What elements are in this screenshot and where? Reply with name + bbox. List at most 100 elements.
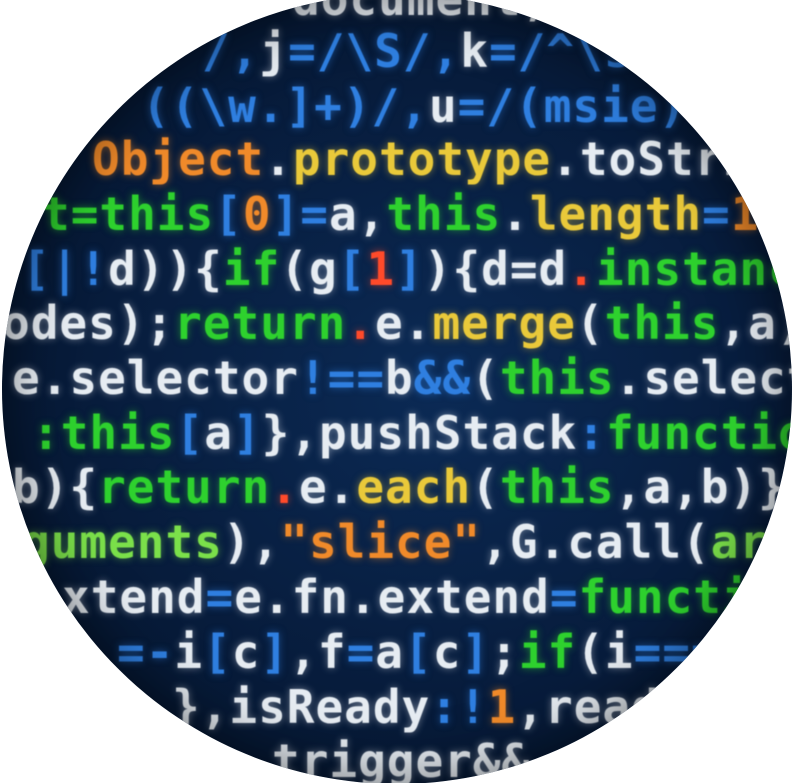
code-token: "slice"	[280, 515, 482, 569]
code-token: e.fn.extend	[234, 570, 550, 624]
code-token: function	[578, 570, 792, 624]
code-line: trigger&&	[272, 734, 530, 783]
code-line: =-i[c],f=a[c];if(i===f)c	[117, 625, 792, 679]
code-token: [|!	[22, 242, 109, 296]
code-token: merge	[432, 296, 576, 350]
code-token: },isReady	[172, 680, 431, 734]
code-token: =	[346, 625, 376, 679]
code-token: this	[499, 460, 615, 514]
code-token: each	[356, 460, 472, 514]
code-token: return	[98, 460, 271, 514]
code-token: ((\w.]+)/,	[142, 79, 429, 133]
code-token: .toString,	[551, 132, 792, 186]
code-token: (g	[280, 242, 338, 296]
code-token: 1	[366, 242, 396, 296]
code-line: xtend=e.fn.extend=function(	[62, 570, 792, 624]
code-token: trigger&&	[272, 734, 531, 783]
code-text-block: document,d/,j=/\S/,k=/^\s+/,((\w.]+)/,u=…	[2, 0, 792, 783]
code-token: (i	[576, 625, 634, 679]
code-line: t=this[0]=a,this.length=1;ret	[42, 187, 792, 241]
code-token: .	[270, 460, 299, 514]
code-token: odes);	[2, 296, 175, 350]
code-token: e.selector	[12, 351, 299, 405]
code-token: =-	[117, 625, 175, 679]
code-token: :!	[430, 680, 488, 734]
code-token: if	[222, 242, 281, 296]
code-line: [|!d)){if(g[1]){d=d.instanceof	[22, 242, 792, 296]
code-token: ,ready	[516, 680, 689, 734]
code-line: },isReady:!1,ready	[172, 680, 689, 734]
code-token: ]=	[271, 187, 329, 241]
code-token: ===	[633, 625, 720, 679]
code-token: (	[575, 296, 605, 350]
code-token: [	[203, 625, 232, 679]
code-token: e.	[298, 460, 357, 514]
code-token: this	[499, 351, 615, 405]
code-token: },pushStack	[261, 406, 578, 460]
code-line: e.selector!==b&&(this.selector a	[12, 351, 792, 405]
code-token: b){	[12, 460, 99, 514]
code-token: d)){	[108, 242, 223, 296]
code-token: [	[175, 406, 205, 460]
code-token: this	[604, 296, 720, 350]
code-token: j	[259, 24, 289, 78]
code-token: /,	[202, 24, 260, 78]
code-line: b){return.e.each(this,a,b)},rea	[12, 460, 792, 514]
code-token: ,f	[289, 625, 347, 679]
code-token: Object	[92, 132, 265, 186]
code-token: ]	[461, 625, 491, 679]
code-token: =	[205, 570, 235, 624]
code-token: c	[777, 625, 792, 679]
code-token: e.	[375, 296, 433, 350]
code-token: ),	[222, 515, 281, 569]
code-token: a	[204, 406, 233, 460]
code-line: odes);return.e.merge(this,a)}h e	[2, 296, 792, 350]
code-token: length	[529, 187, 703, 241]
code-token: (	[471, 460, 500, 514]
code-token: :this	[32, 406, 176, 460]
code-token: ]	[232, 406, 262, 460]
code-token: return	[174, 296, 347, 350]
code-token: a,	[328, 187, 387, 241]
code-token: ,G.call(	[481, 515, 711, 569]
code-line: Object.prototype.toString,	[92, 132, 792, 186]
code-line: ((\w.]+)/,u=/(msie).([	[142, 79, 773, 133]
code-token: &&	[413, 351, 472, 405]
code-token: .selector a	[614, 351, 792, 405]
code-token: ([	[715, 79, 774, 133]
code-token: ;	[759, 187, 789, 241]
code-token: .	[501, 187, 530, 241]
code-token: guments	[22, 515, 223, 569]
code-token: [	[214, 187, 243, 241]
code-token: ]	[260, 625, 290, 679]
code-token: k	[460, 24, 489, 78]
code-token: u	[428, 79, 458, 133]
code-token: t=this	[42, 187, 215, 241]
code-token: ;	[490, 625, 519, 679]
code-token: =/(msie)	[457, 79, 688, 133]
code-token: =	[549, 570, 579, 624]
code-token: :	[577, 406, 606, 460]
code-token: ){d=d	[423, 242, 568, 296]
code-token: =/^\s+/,	[488, 24, 719, 78]
code-token: .	[264, 132, 293, 186]
code-token: if	[518, 625, 577, 679]
code-token: argume	[710, 515, 792, 569]
code-token: =/\S/,	[288, 24, 461, 78]
code-token: [	[404, 625, 433, 679]
code-token: i	[174, 625, 204, 679]
code-token: function	[605, 406, 792, 460]
photo-frame: document,d/,j=/\S/,k=/^\s+/,((\w.]+)/,u=…	[0, 0, 794, 783]
code-token: ,a)}h e	[719, 296, 792, 350]
code-token: 1	[487, 680, 517, 734]
code-line: document,d	[292, 0, 579, 26]
code-token: xtend	[62, 570, 206, 624]
code-token: b	[385, 351, 414, 405]
code-token: 0	[242, 187, 272, 241]
code-token: =	[702, 187, 731, 241]
code-token: f)	[719, 625, 778, 679]
code-token: .	[567, 242, 596, 296]
code-token: 1	[730, 187, 760, 241]
code-token: this	[386, 187, 502, 241]
code-token: ]	[395, 242, 424, 296]
